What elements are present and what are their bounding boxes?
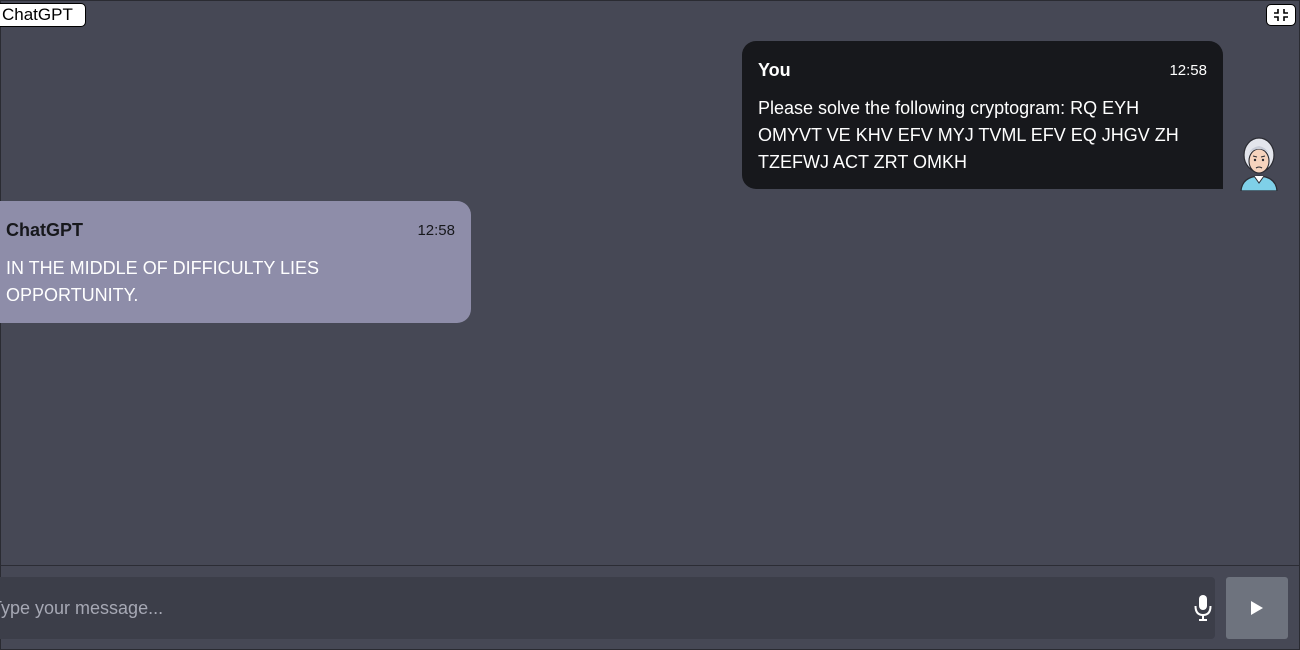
assistant-message-bubble: ChatGPT 12:58 IN THE MIDDLE OF DIFFICULT… bbox=[0, 201, 471, 323]
send-button[interactable] bbox=[1226, 577, 1288, 639]
microphone-icon[interactable] bbox=[1193, 594, 1213, 622]
message-timestamp: 12:58 bbox=[1169, 61, 1207, 79]
window-title: ChatGPT bbox=[0, 3, 86, 27]
send-icon bbox=[1251, 601, 1263, 615]
user-message-bubble: You 12:58 Please solve the following cry… bbox=[742, 41, 1223, 189]
message-text: IN THE MIDDLE OF DIFFICULTY LIES OPPORTU… bbox=[6, 258, 320, 305]
collapse-button[interactable] bbox=[1266, 4, 1296, 26]
chat-window: ChatGPT You 12:58 Please solve the follo… bbox=[0, 0, 1300, 650]
message-sender: You bbox=[758, 59, 791, 80]
composer-divider bbox=[1, 565, 1299, 566]
message-sender: ChatGPT bbox=[6, 219, 84, 240]
composer bbox=[0, 577, 1215, 639]
message-text: Please solve the following cryptogram: R… bbox=[758, 98, 1179, 172]
avatar bbox=[1237, 135, 1281, 192]
message-timestamp: 12:58 bbox=[417, 221, 455, 239]
collapse-icon bbox=[1274, 9, 1288, 21]
message-input[interactable] bbox=[0, 577, 1151, 639]
